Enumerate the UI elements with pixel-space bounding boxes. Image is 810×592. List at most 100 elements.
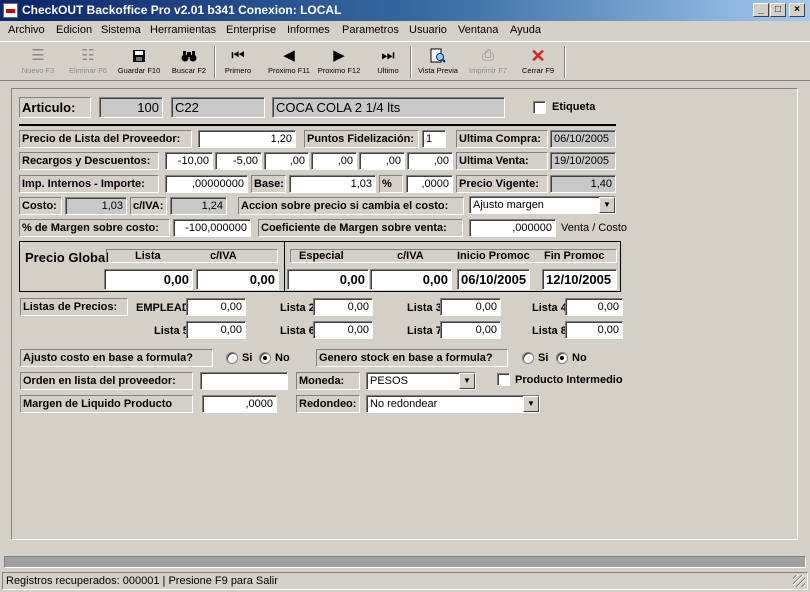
orden-input[interactable] — [200, 372, 288, 390]
costo-label: Costo: — [19, 197, 62, 215]
recargo-6-input[interactable]: ,00 — [407, 152, 453, 170]
precio-global-lista[interactable]: 0,00 — [104, 269, 193, 290]
menu-parametros[interactable]: Parametros — [342, 24, 399, 36]
redondeo-select[interactable]: No redondear ▼ — [366, 395, 540, 413]
lista-value-1[interactable]: 0,00 — [186, 298, 246, 316]
printer-icon: ⎙ — [481, 47, 494, 64]
delete-record-icon: ☷ — [81, 47, 95, 64]
menu-usuario[interactable]: Usuario — [409, 24, 447, 36]
ajusto-no-label: No — [275, 352, 290, 364]
close-window-button[interactable]: × — [789, 3, 805, 17]
chevron-down-icon[interactable]: ▼ — [523, 396, 539, 412]
lista-name-5: Lista 5 — [154, 325, 189, 337]
articulo-label: Articulo: — [19, 97, 91, 118]
imp-internos-input[interactable]: ,00000000 — [165, 175, 248, 193]
nuevo-button[interactable]: ☰ Nuevo F3 — [18, 46, 58, 80]
lista-value-8[interactable]: 0,00 — [565, 321, 623, 339]
lista-name-6: Lista 6 — [280, 325, 315, 337]
lista-name-2: Lista 2 — [280, 302, 315, 314]
ultima-compra-value: 06/10/2005 — [550, 130, 616, 148]
recargo-1-input[interactable]: -10,00 — [165, 152, 213, 170]
imprimir-button[interactable]: ⎙ Imprimir F7 — [464, 46, 512, 80]
menu-herramientas[interactable]: Herramientas — [150, 24, 216, 36]
print-preview-icon — [414, 46, 462, 66]
eliminar-button[interactable]: ☷ Eliminar F6 — [64, 46, 112, 80]
lista-value-2[interactable]: 0,00 — [313, 298, 373, 316]
lista-name-8: Lista 8 — [532, 325, 567, 337]
menu-archivo[interactable]: Archivo — [8, 24, 45, 36]
margen-costo-input[interactable]: -100,000000 — [173, 219, 251, 237]
puntos-input[interactable]: 1 — [422, 130, 446, 148]
margen-liquido-input[interactable]: ,0000 — [202, 395, 277, 413]
recargo-2-input[interactable]: -5,00 — [215, 152, 262, 170]
ultimo-button[interactable]: ⏭ Ultimo — [368, 46, 408, 80]
menu-enterprise[interactable]: Enterprise — [226, 24, 276, 36]
moneda-label: Moneda: — [296, 372, 360, 390]
menu-ventana[interactable]: Ventana — [458, 24, 498, 36]
lista-value-3[interactable]: 0,00 — [440, 298, 501, 316]
precio-especial[interactable]: 0,00 — [287, 269, 369, 290]
chevron-down-icon[interactable]: ▼ — [599, 197, 615, 213]
orden-label: Orden en lista del proveedor: — [20, 372, 193, 390]
lista-name-3: Lista 3 — [407, 302, 442, 314]
precio-global-civa[interactable]: 0,00 — [196, 269, 279, 290]
genero-no-radio[interactable] — [556, 352, 568, 364]
accion-select[interactable]: Ajusto margen ▼ — [469, 196, 616, 214]
genero-no-label: No — [572, 352, 587, 364]
articulo-numero: 100 — [99, 97, 163, 118]
inicio-promoc-input[interactable]: 06/10/2005 — [457, 269, 530, 290]
maximize-button[interactable]: □ — [770, 3, 786, 17]
vista-previa-button[interactable]: Vista Previa — [414, 46, 462, 80]
ajusto-si-radio[interactable] — [226, 352, 238, 364]
resize-grip-icon[interactable] — [793, 575, 805, 587]
minimize-button[interactable]: _ — [753, 3, 769, 17]
chevron-down-icon[interactable]: ▼ — [459, 373, 475, 389]
menu-sistema[interactable]: Sistema — [101, 24, 141, 36]
precio-especial-civa[interactable]: 0,00 — [370, 269, 452, 290]
genero-label: Genero stock en base a formula? — [316, 349, 508, 367]
precio-lista-input[interactable]: 1,20 — [198, 130, 296, 148]
first-record-icon: ⏮ — [231, 47, 245, 64]
precio-global-box: Precio Global Lista c/IVA 0,00 0,00 Espe… — [19, 241, 621, 292]
costo-civa-label: c/IVA: — [130, 197, 167, 215]
menu-informes[interactable]: Informes — [287, 24, 330, 36]
pct-input[interactable]: ,0000 — [406, 175, 453, 193]
guardar-button[interactable]: Guardar F10 — [114, 46, 164, 80]
articulo-descripcion: COCA COLA 2 1/4 lts — [272, 97, 505, 118]
proximo-f12-button[interactable]: ▶ Proximo F12 — [314, 46, 364, 80]
last-record-icon: ⏭ — [381, 47, 395, 64]
buscar-button[interactable]: Buscar F2 — [166, 46, 212, 80]
costo-value: 1,03 — [65, 197, 127, 215]
recargo-5-input[interactable]: ,00 — [359, 152, 405, 170]
margen-costo-label: % de Margen sobre costo: — [19, 219, 170, 237]
precio-global-label: Precio Global — [25, 250, 109, 265]
base-input[interactable]: 1,03 — [289, 175, 376, 193]
lista-value-5[interactable]: 0,00 — [186, 321, 246, 339]
menu-ayuda[interactable]: Ayuda — [510, 24, 541, 36]
margen-liquido-label: Margen de Liquido Producto — [20, 395, 193, 413]
fin-promoc-input[interactable]: 12/10/2005 — [542, 269, 617, 290]
lista-value-4[interactable]: 0,00 — [565, 298, 623, 316]
listas-label: Listas de Precios: — [20, 298, 128, 316]
menu-bar: Archivo Edicion Sistema Herramientas Ent… — [0, 21, 810, 40]
new-document-icon: ☰ — [31, 47, 45, 64]
cerrar-button[interactable]: ✕ Cerrar F9 — [516, 46, 560, 80]
status-bar: Registros recuperados: 000001 | Presione… — [2, 572, 808, 590]
proximo-f11-button[interactable]: ◀ Proximo F11 — [264, 46, 314, 80]
ajusto-no-radio[interactable] — [259, 352, 271, 364]
genero-si-radio[interactable] — [522, 352, 534, 364]
lista-name-7: Lista 7 — [407, 325, 442, 337]
recargo-4-input[interactable]: ,00 — [311, 152, 357, 170]
lista-name-1: EMPLEAD — [136, 302, 190, 314]
etiqueta-checkbox[interactable] — [533, 101, 546, 114]
lista-value-6[interactable]: 0,00 — [313, 321, 373, 339]
moneda-select[interactable]: PESOS ▼ — [366, 372, 476, 390]
recargo-3-input[interactable]: ,00 — [264, 152, 309, 170]
menu-edicion[interactable]: Edicion — [56, 24, 92, 36]
coef-label: Coeficiente de Margen sobre venta: — [258, 219, 463, 237]
producto-intermedio-checkbox[interactable] — [497, 373, 510, 386]
primero-button[interactable]: ⏮ Primero — [218, 46, 258, 80]
precio-global-header-1: Lista c/IVA — [106, 249, 278, 263]
coef-input[interactable]: ,000000 — [469, 219, 556, 237]
lista-value-7[interactable]: 0,00 — [440, 321, 501, 339]
